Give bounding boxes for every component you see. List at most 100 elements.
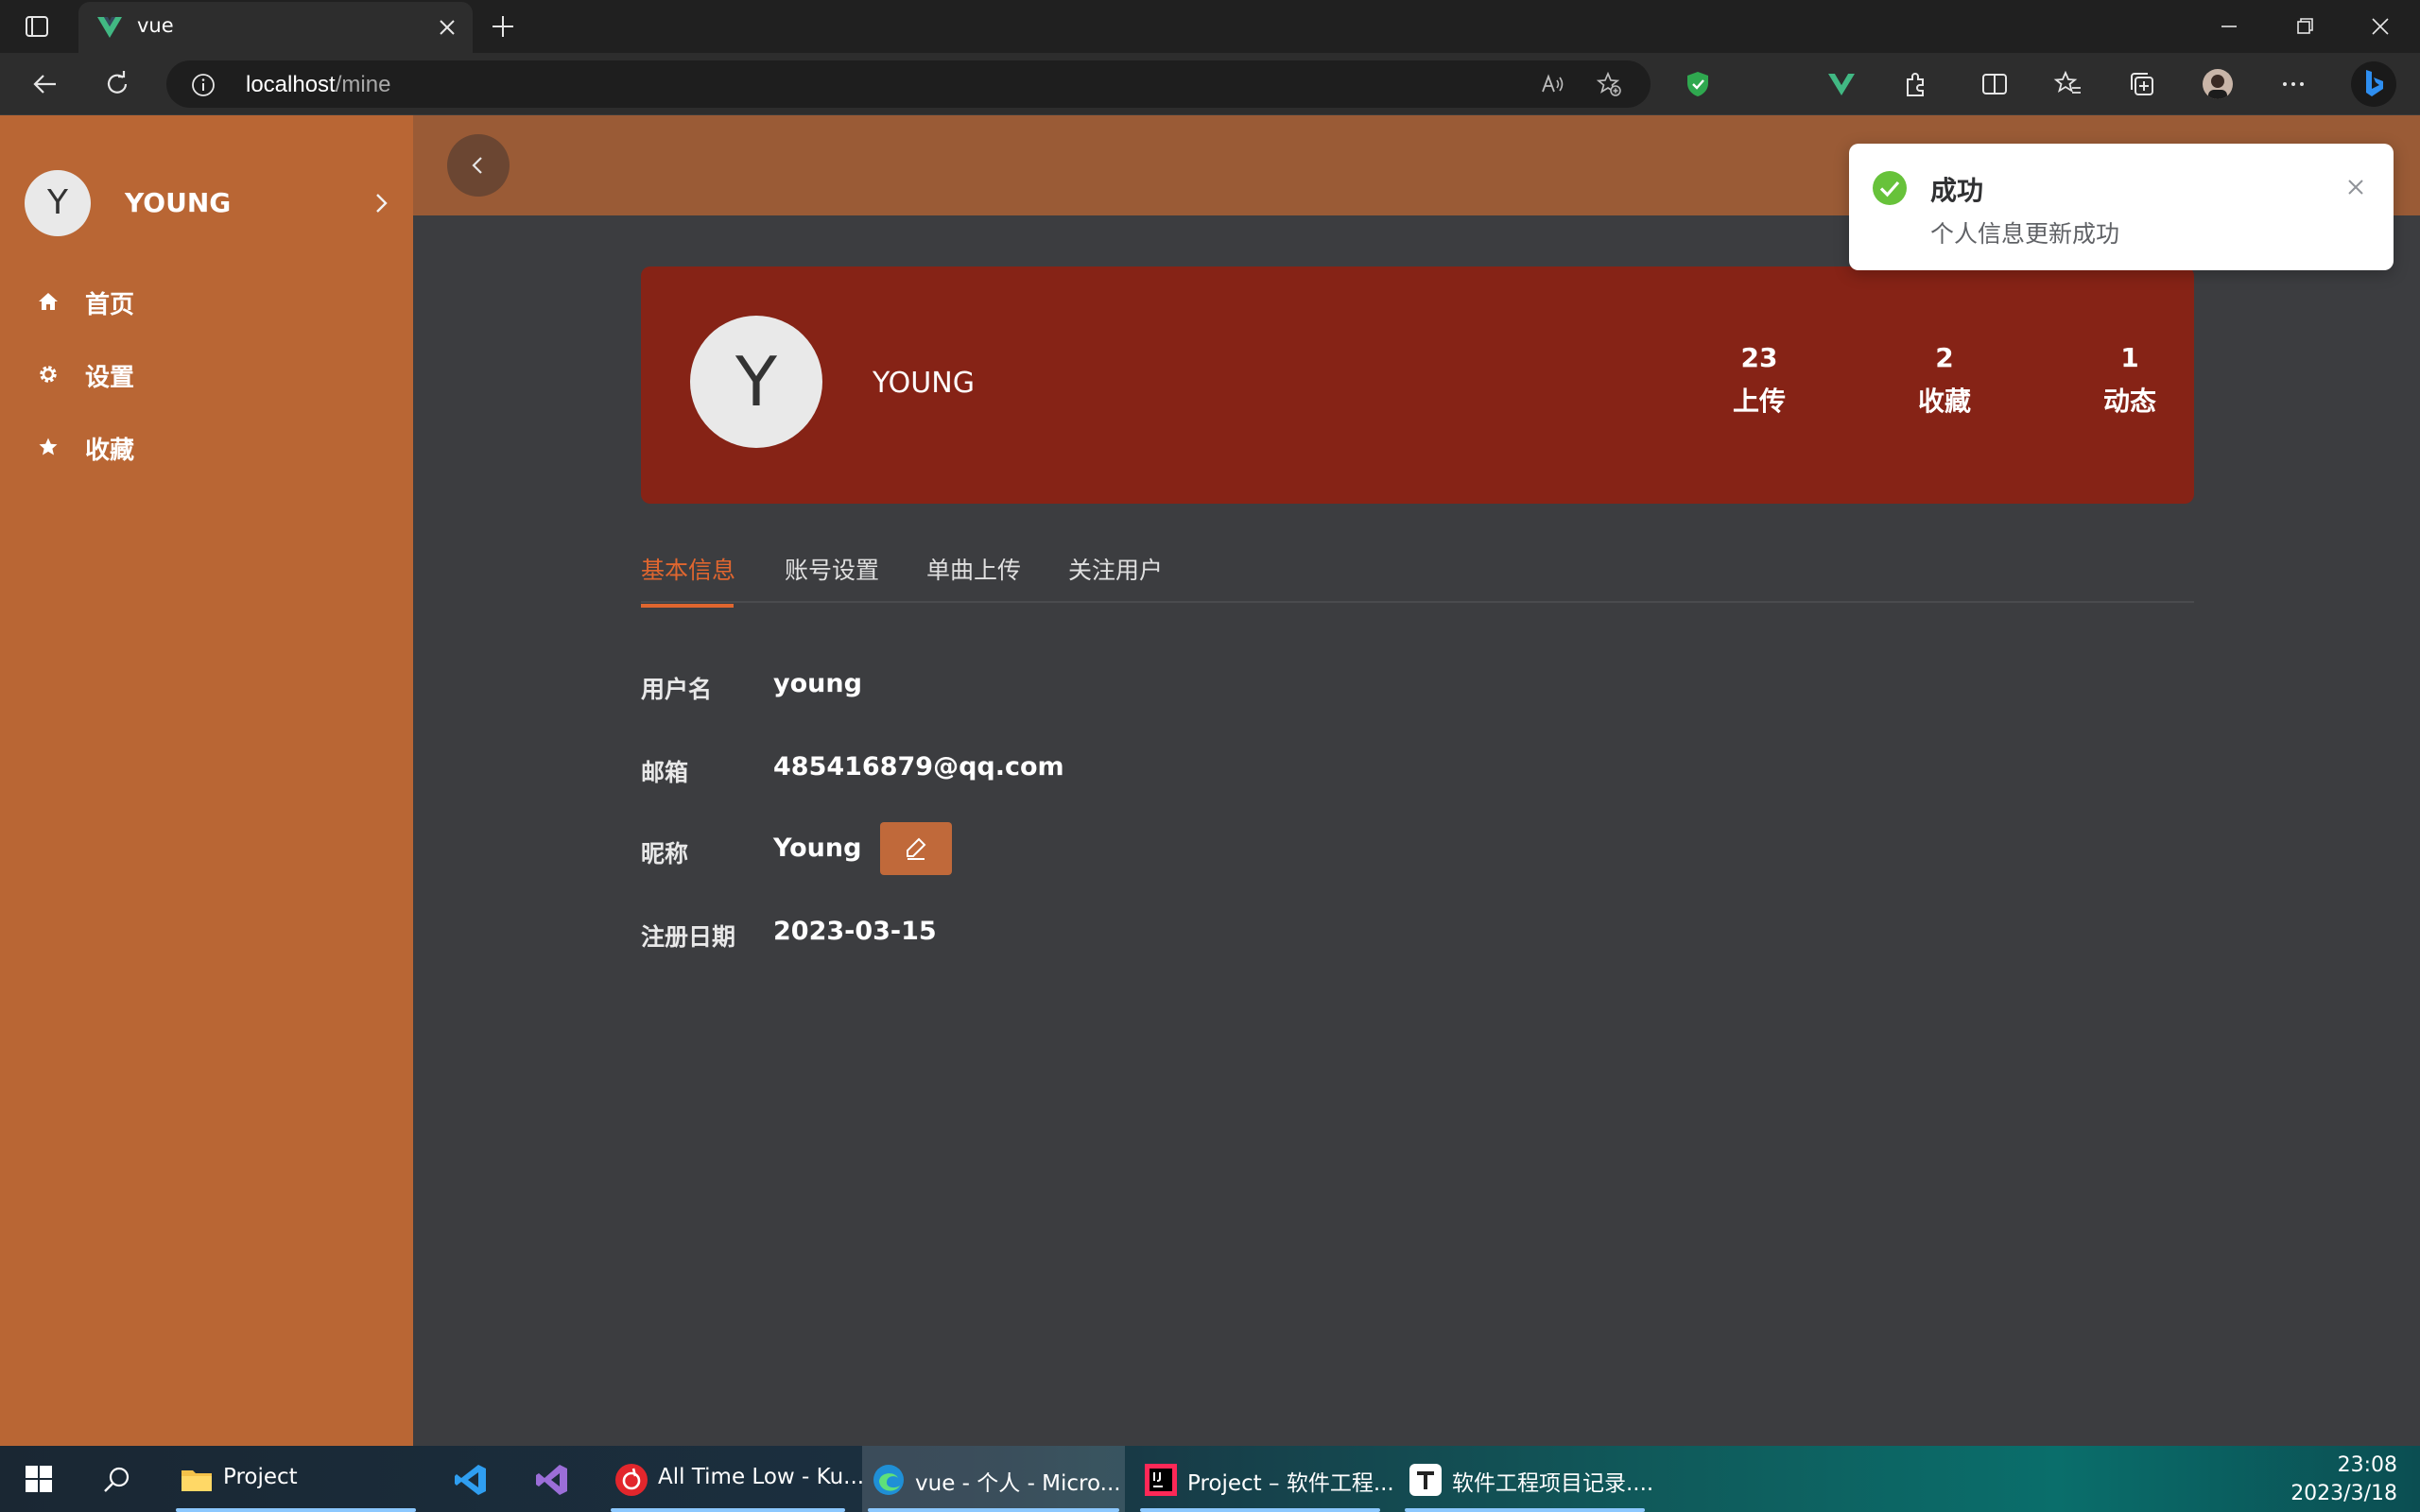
stat-activity[interactable]: 1 动态 [2073,342,2187,419]
system-clock[interactable]: 23:08 2023/3/18 [2246,1452,2397,1508]
search-icon[interactable] [102,1465,132,1495]
taskbar-app-vscode[interactable] [444,1446,497,1512]
tab-label: 账号设置 [785,557,880,584]
tab-account-settings[interactable]: 账号设置 [785,552,879,586]
notification-title: 成功 [1930,175,1984,206]
sidebar-item-settings[interactable]: 设置 [0,345,413,402]
browser-tab-strip: vue [0,0,2420,53]
sidebar-item-favorites[interactable]: 收藏 [0,418,413,474]
tab-single-upload[interactable]: 单曲上传 [926,552,1021,586]
back-arrow-icon[interactable] [30,69,60,99]
chevron-right-icon [369,191,393,215]
restore-icon[interactable] [2291,13,2318,40]
stat-label: 动态 [2102,386,2156,417]
netease-music-icon [614,1463,648,1497]
profile-name: YOUNG [873,367,975,400]
intellij-icon [1144,1463,1178,1497]
edit-nickname-button[interactable] [880,822,952,875]
bing-copilot-icon[interactable] [2350,60,2397,108]
edge-browser-icon [872,1463,906,1497]
tab-title: vue [137,14,174,37]
visual-studio-icon [535,1463,569,1497]
url-text: localhost/mine [246,72,391,97]
success-notification: 成功 个人信息更新成功 [1849,144,2394,270]
back-button[interactable] [447,134,510,197]
tab-label: 关注用户 [1068,557,1164,584]
stat-favorites[interactable]: 2 收藏 [1888,342,2001,419]
username-value: young [773,669,862,698]
taskbar-app-label: Project [223,1465,298,1489]
stat-label: 收藏 [1917,386,1971,417]
profile-avatar-icon[interactable] [2203,69,2233,99]
taskbar-app-file-explorer[interactable]: Project [170,1446,422,1512]
clock-time: 23:08 [2337,1453,2397,1477]
tab-basic-info[interactable]: 基本信息 [641,552,736,608]
taskbar-app-visual-studio[interactable] [526,1446,579,1512]
avatar: Y [690,316,822,448]
new-tab-icon[interactable] [488,11,518,42]
nickname-value: Young [773,833,862,863]
site-info-icon[interactable] [191,73,216,97]
tab-followed-users[interactable]: 关注用户 [1068,552,1163,586]
taskbar-app-edge[interactable]: vue - 个人 - Micro... [862,1446,1125,1512]
browser-toolbar: localhost/mine [0,53,2420,115]
folder-icon [180,1463,214,1497]
sidebar-user-profile[interactable]: Y YOUNG [25,170,393,238]
favorites-icon[interactable] [2053,69,2083,99]
star-icon [38,437,59,457]
taskbar-running-indicator [1140,1508,1380,1512]
taskbar-running-indicator [868,1508,1119,1512]
vscode-icon [454,1463,488,1497]
username-label: 用户名 [641,676,713,703]
refresh-icon[interactable] [102,69,132,99]
taskbar-app-intellij[interactable]: Project – 软件工程... [1134,1446,1394,1512]
notification-message: 个人信息更新成功 [1930,220,2120,248]
read-aloud-icon[interactable] [1539,71,1565,97]
taskbar-running-indicator [176,1508,416,1512]
typora-icon [1409,1463,1443,1497]
add-favorite-icon[interactable] [1596,71,1622,97]
sidebar-item-label: 收藏 [85,437,135,465]
taskbar-app-netease-music[interactable]: All Time Low - Ku... [605,1446,864,1512]
clock-date: 2023/3/18 [2290,1482,2397,1505]
taskbar-app-label: 软件工程项目记录.... [1452,1471,1654,1496]
taskbar-app-label: vue - 个人 - Micro... [915,1471,1121,1496]
tab-label: 基本信息 [641,557,736,584]
main-content: Y YOUNG 23 上传 2 收藏 1 动态 基本信息 账号设置 单曲上传 关… [413,215,2420,1446]
close-icon[interactable] [2344,176,2367,198]
more-options-icon[interactable] [2278,69,2308,99]
extensions-icon[interactable] [1900,69,1930,99]
windows-start-icon[interactable] [25,1465,53,1493]
vue-logo-icon [95,13,124,42]
sidebar-user-name: YOUNG [125,187,232,218]
collections-icon[interactable] [2127,69,2157,99]
browser-tab-active[interactable]: vue [78,2,473,53]
stat-uploads[interactable]: 23 上传 [1703,342,1816,419]
email-label: 邮箱 [641,759,689,786]
address-bar[interactable]: localhost/mine [166,60,1651,108]
sidebar-item-label: 设置 [85,364,135,392]
tab-close-icon[interactable] [437,17,458,38]
register-date-label: 注册日期 [641,923,736,951]
taskbar-running-indicator [1405,1508,1645,1512]
taskbar-app-typora[interactable]: 软件工程项目记录.... [1399,1446,1654,1512]
split-screen-icon[interactable] [1979,69,2010,99]
shield-extension-icon[interactable] [1683,69,1713,99]
tab-actions-icon[interactable] [23,12,51,41]
profile-tabs: 基本信息 账号设置 单曲上传 关注用户 [641,546,2194,608]
stat-label: 上传 [1732,386,1786,417]
stat-value: 1 [2120,342,2139,373]
profile-card: Y YOUNG 23 上传 2 收藏 1 动态 [641,266,2194,504]
info-row-nickname: 昵称 Young [641,822,1208,875]
close-window-icon[interactable] [2367,13,2394,40]
chevron-left-icon [472,157,482,174]
sidebar-item-home[interactable]: 首页 [0,272,413,329]
stat-value: 2 [1935,342,1954,373]
taskbar-running-indicator [611,1508,845,1512]
vue-devtools-icon[interactable] [1826,69,1857,99]
register-date-value: 2023-03-15 [773,917,937,946]
stat-value: 23 [1740,342,1778,373]
taskbar-app-label: All Time Low - Ku... [658,1465,865,1489]
minimize-icon[interactable] [2216,13,2242,40]
taskbar-app-label: Project – 软件工程... [1187,1471,1394,1496]
